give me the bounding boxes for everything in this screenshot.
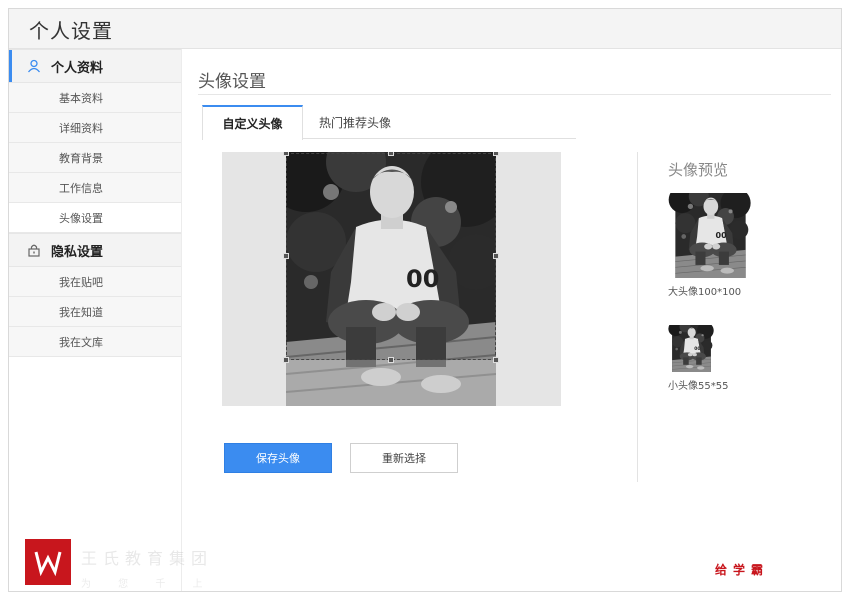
main-panel: 头像设置 自定义头像 热门推荐头像 头像预览 大头像100*100 小头像55*… [181,49,841,591]
avatar-tabs: 自定义头像 热门推荐头像 [202,105,576,140]
crop-handle-bottom-right[interactable] [493,357,499,363]
brand-mark: 给学霸 [715,563,770,577]
sidebar-item-my-wenku[interactable]: 我在文库 [9,327,181,357]
sidebar-item-detailed-info[interactable]: 详细资料 [9,113,181,143]
crop-handle-bottom[interactable] [388,357,394,363]
crop-handle-top-right[interactable] [493,152,499,156]
sidebar-item-basic-info[interactable]: 基本资料 [9,83,181,113]
crop-handle-right[interactable] [493,253,499,259]
crop-handle-left[interactable] [283,253,289,259]
title-divider [198,94,831,95]
sidebar-item-education[interactable]: 教育背景 [9,143,181,173]
watermark-subtext: 为 您 千 上 [81,579,215,590]
sidebar-section-label: 隐私设置 [51,244,104,260]
top-bar: 个人设置 [9,9,841,49]
crop-area[interactable] [222,152,561,406]
watermark-logo [25,539,71,585]
avatar-preview-small-label: 小头像55*55 [668,381,729,392]
reselect-button[interactable]: 重新选择 [350,443,458,473]
crop-handle-top[interactable] [388,152,394,156]
avatar-preview-large-label: 大头像100*100 [668,287,742,298]
avatar-preview-large [668,193,753,278]
user-icon [25,57,43,75]
app-title: 个人设置 [29,19,113,43]
sidebar-section-label: 个人资料 [51,60,104,76]
sidebar-section-privacy[interactable]: 隐私设置 [9,233,181,267]
save-avatar-button[interactable]: 保存头像 [224,443,332,473]
sidebar-section-profile[interactable]: 个人资料 [9,49,181,83]
sidebar-item-my-zhidao[interactable]: 我在知道 [9,297,181,327]
lock-icon [25,241,43,259]
sidebar-item-work-info[interactable]: 工作信息 [9,173,181,203]
sidebar-item-my-tieba[interactable]: 我在贴吧 [9,267,181,297]
crop-handle-top-left[interactable] [283,152,289,156]
preview-divider [637,152,638,482]
page-title: 头像设置 [198,72,266,92]
sidebar-item-avatar-settings[interactable]: 头像设置 [9,203,181,233]
tab-recommended-avatars[interactable]: 热门推荐头像 [303,105,407,139]
crop-handle-bottom-left[interactable] [283,357,289,363]
avatar-preview-small [668,325,715,372]
crop-selection-box[interactable] [283,152,499,363]
crop-outside-shade [286,360,496,406]
tab-custom-avatar[interactable]: 自定义头像 [202,105,303,140]
sidebar: 个人资料 基本资料 详细资料 教育背景 工作信息 头像设置 隐私设置 我在贴吧 … [9,49,181,591]
settings-window: 个人设置 个人资料 基本资料 详细资料 教育背景 工作信息 头像设置 隐私设置 … [8,8,842,592]
watermark-text: 王氏教育集团 [81,549,214,568]
preview-title: 头像预览 [668,161,729,179]
